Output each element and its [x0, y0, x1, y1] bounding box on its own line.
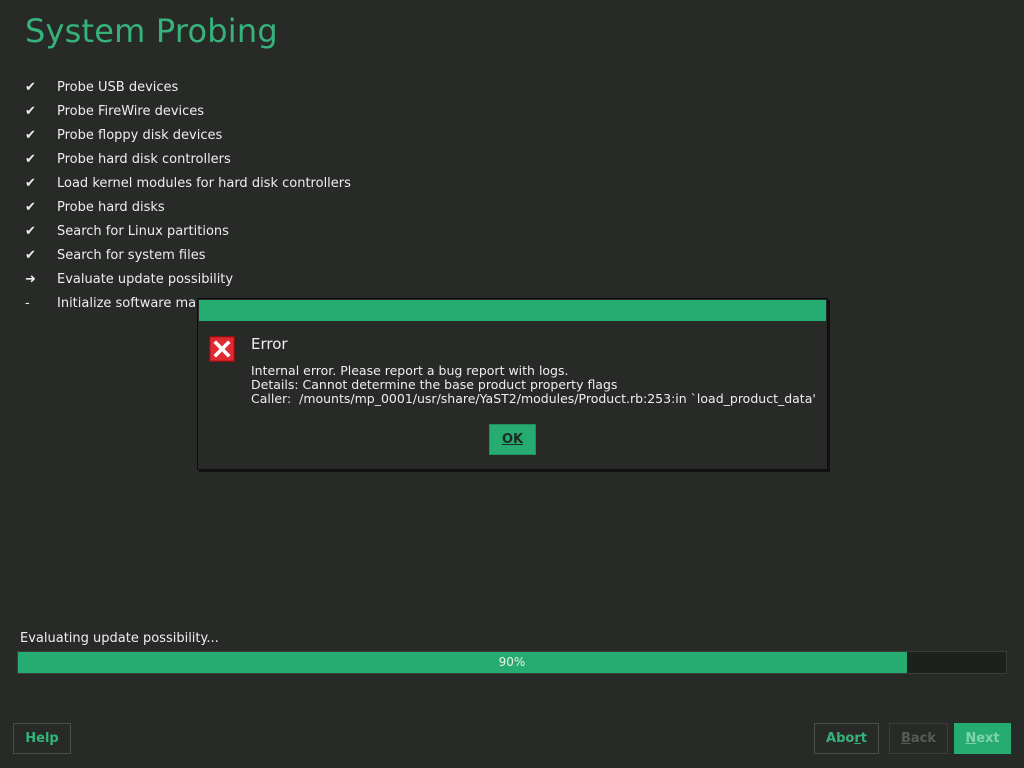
abort-button[interactable]: Abort [814, 723, 879, 754]
ok-button[interactable]: OK [489, 424, 536, 455]
list-item: ✔ Probe floppy disk devices [25, 124, 351, 148]
error-x-icon [209, 336, 235, 362]
step-label: Search for system files [57, 248, 206, 263]
pending-dash-icon: - [25, 296, 30, 311]
step-label: Search for Linux partitions [57, 224, 229, 239]
step-label: Initialize software mana [57, 296, 213, 311]
list-item: ➜ Evaluate update possibility [25, 268, 351, 292]
help-button[interactable]: Help [13, 723, 71, 754]
message-line: Internal error. Please report a bug repo… [251, 363, 569, 378]
step-label: Load kernel modules for hard disk contro… [57, 176, 351, 191]
progress-bar: 90% [17, 651, 1007, 674]
checkmark-icon: ✔ [25, 248, 36, 263]
step-label: Probe USB devices [57, 80, 179, 95]
list-item: ✔ Probe FireWire devices [25, 100, 351, 124]
step-label: Probe hard disks [57, 200, 165, 215]
checkmark-icon: ✔ [25, 200, 36, 215]
dialog-message: Internal error. Please report a bug repo… [251, 364, 816, 406]
list-item: ✔ Probe hard disk controllers [25, 148, 351, 172]
progress-percent: 90% [498, 655, 526, 669]
progress-label: Evaluating update possibility... [20, 631, 219, 646]
back-button[interactable]: Back [889, 723, 948, 754]
page-title: System Probing [25, 12, 278, 50]
message-line: Details: Cannot determine the base produ… [251, 377, 618, 392]
step-label: Probe hard disk controllers [57, 152, 231, 167]
next-button[interactable]: Next [954, 723, 1011, 754]
step-label: Probe floppy disk devices [57, 128, 223, 143]
arrow-right-icon: ➜ [25, 272, 36, 287]
checkmark-icon: ✔ [25, 104, 36, 119]
probe-step-list: ✔ Probe USB devices ✔ Probe FireWire devic… [25, 76, 351, 316]
step-label: Probe FireWire devices [57, 104, 205, 119]
list-item: ✔ Load kernel modules for hard disk contr… [25, 172, 351, 196]
dialog-heading: Error [251, 335, 288, 353]
list-item: ✔ Search for Linux partitions [25, 220, 351, 244]
message-line: Caller: /mounts/mp_0001/usr/share/YaST2/… [251, 391, 816, 406]
checkmark-icon: ✔ [25, 80, 36, 95]
checkmark-icon: ✔ [25, 176, 36, 191]
list-item: ✔ Search for system files [25, 244, 351, 268]
step-label: Evaluate update possibility [57, 272, 234, 287]
checkmark-icon: ✔ [25, 128, 36, 143]
checkmark-icon: ✔ [25, 152, 36, 167]
list-item: ✔ Probe hard disks [25, 196, 351, 220]
dialog-titlebar[interactable] [199, 300, 826, 321]
checkmark-icon: ✔ [25, 224, 36, 239]
list-item: ✔ Probe USB devices [25, 76, 351, 100]
error-dialog: Error Internal error. Please report a bu… [197, 298, 828, 470]
